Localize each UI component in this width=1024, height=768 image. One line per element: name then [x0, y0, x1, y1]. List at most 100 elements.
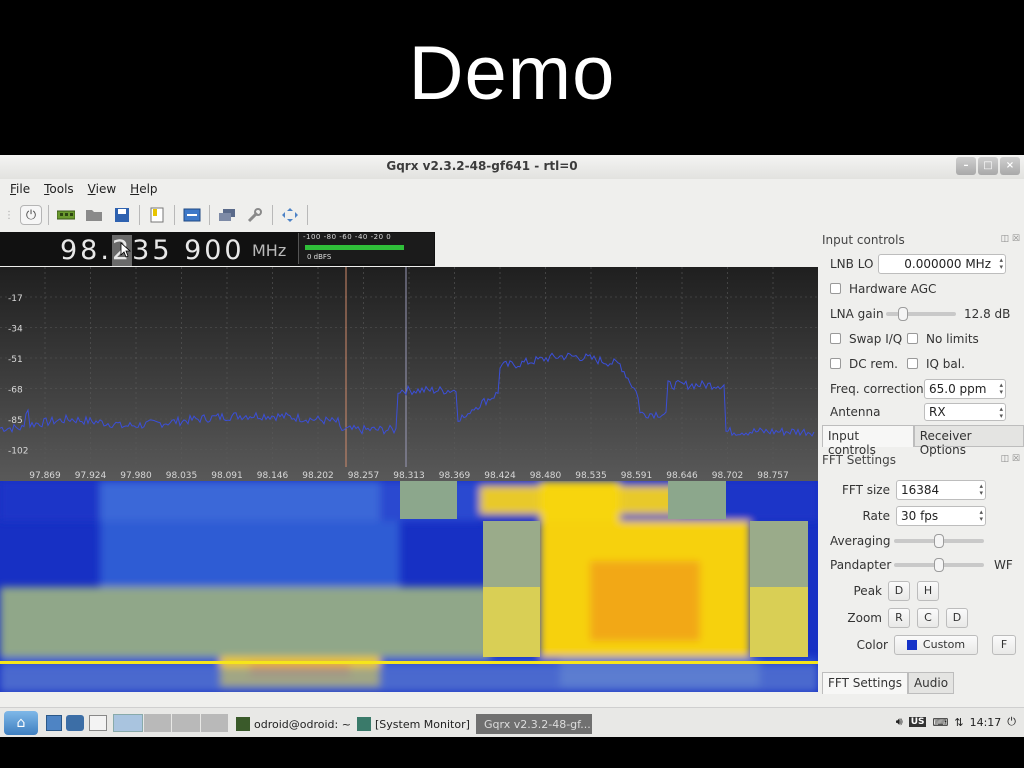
dc-rem-checkbox[interactable] [830, 358, 841, 369]
meter-scale: -100 -80 -60 -40 -20 0 [303, 233, 392, 241]
peak-hold-button[interactable]: H [917, 580, 939, 601]
fft-size-select[interactable]: 16384 ▴ ▾ [896, 480, 986, 500]
freq-correction-input[interactable]: 65.0 ppm ▴ ▾ [924, 378, 1006, 399]
power-icon[interactable]: ⏻ [20, 205, 42, 225]
tab-receiver-options[interactable]: Receiver Options [913, 425, 1024, 457]
y-tick-label: -102 [8, 447, 28, 457]
clock: 14:17 [969, 715, 1002, 729]
side-panel: Input controls ◫ ☒ LNB LO 0.000000 MHz ▴ ▾ … [822, 233, 1024, 694]
toolbar-grip: ⋮ [4, 209, 14, 221]
bookmark-icon[interactable] [146, 205, 168, 225]
y-tick-label: -17 [8, 294, 23, 304]
lnb-lo-label: LNB LO [830, 256, 874, 271]
fft-plot[interactable]: -17 -34 -51 -68 -85 -102 97.869 97.924 97.980 98.… [0, 267, 818, 481]
y-tick-label: -85 [8, 416, 23, 426]
tab-audio[interactable]: Audio [907, 672, 955, 694]
task-system-monitor[interactable]: [System Monitor] [357, 714, 470, 734]
slide-title: Demo [408, 31, 616, 116]
close-button[interactable]: × [1000, 157, 1020, 175]
x-tick-label: 98.035 [166, 471, 198, 481]
minimize-button[interactable]: – [956, 157, 976, 175]
wf-label: WF [994, 558, 1013, 572]
x-tick-label: 97.924 [75, 471, 107, 481]
network-icon[interactable] [216, 205, 238, 225]
hardware-icon[interactable] [55, 205, 77, 225]
maximize-button[interactable]: □ [978, 157, 998, 175]
fft-size-label: FFT size [841, 483, 890, 497]
lnb-lo-input[interactable]: 0.000000 MHz ▴ ▾ [878, 253, 1006, 274]
window-title: Gqrx v2.3.2-48-gf641 - rtl=0 [386, 159, 578, 173]
pandapter-wf-slider[interactable] [894, 558, 984, 572]
x-tick-label: 98.202 [302, 471, 334, 481]
menu-tools[interactable]: Tools [44, 182, 74, 196]
lna-gain-slider[interactable] [886, 306, 956, 321]
no-limits-checkbox[interactable] [907, 333, 918, 344]
iq-bal-label: IQ bal. [926, 356, 965, 371]
hardware-agc-label: Hardware AGC [849, 281, 937, 296]
start-menu-icon[interactable]: ⌂ [4, 711, 38, 735]
fft-settings-header: FFT Settings ◫ ☒ [822, 453, 1020, 467]
zoom-demod-button[interactable]: D [946, 607, 968, 628]
file-manager-icon[interactable] [46, 715, 62, 731]
averaging-slider[interactable] [894, 534, 984, 548]
antenna-label: Antenna [830, 405, 881, 419]
tools-icon[interactable] [244, 205, 266, 225]
zoom-center-button[interactable]: C [917, 607, 939, 628]
peak-detect-button[interactable]: D [888, 580, 910, 601]
antenna-select[interactable]: RX ▴ ▾ [924, 403, 1006, 421]
color-label: Color [856, 637, 888, 652]
frequency-value[interactable]: 98.235 900 [60, 235, 245, 266]
dock-float-close-icon: ◫ ☒ [1000, 234, 1020, 244]
input-controls-header: Input controls ◫ ☒ [822, 233, 1020, 247]
tab-input-controls[interactable]: Input controls [822, 425, 914, 457]
no-limits-label: No limits [926, 331, 979, 346]
fullscreen-icon[interactable] [279, 205, 301, 225]
y-tick-label: -34 [8, 325, 23, 335]
meter-level-bar [305, 245, 404, 250]
x-tick-label: 98.424 [484, 471, 516, 481]
freq-correction-label: Freq. correction [830, 381, 924, 396]
menu-help[interactable]: Help [130, 182, 157, 196]
save-icon[interactable] [111, 205, 133, 225]
keyboard-icon[interactable]: ⌨ [932, 716, 948, 729]
lna-gain-value: 12.8 dB [964, 306, 1011, 321]
zoom-reset-button[interactable]: R [888, 607, 910, 628]
x-tick-label: 97.869 [29, 471, 61, 481]
network-icon[interactable]: ⇅ [954, 716, 963, 729]
menu-view[interactable]: View [88, 182, 116, 196]
task-gqrx[interactable]: Gqrx v2.3.2-48-gf... [476, 714, 592, 734]
keyboard-layout[interactable]: US [908, 717, 927, 727]
iq-bal-checkbox[interactable] [907, 358, 918, 369]
window-titlebar[interactable]: Gqrx v2.3.2-48-gf641 - rtl=0 – □ × [0, 155, 1024, 179]
x-tick-label: 98.702 [712, 471, 744, 481]
color-swatch-icon [906, 639, 917, 650]
open-icon[interactable] [83, 205, 105, 225]
task-terminal[interactable]: odroid@odroid: ~ [236, 714, 351, 734]
x-tick-label: 98.591 [621, 471, 653, 481]
tab-fft-settings[interactable]: FFT Settings [822, 672, 908, 694]
x-tick-label: 98.091 [211, 471, 243, 481]
waterfall-display[interactable] [0, 481, 818, 692]
volume-icon[interactable]: 🔊︎ [896, 715, 903, 729]
browser-icon[interactable] [66, 715, 84, 731]
window-icon[interactable] [89, 715, 107, 731]
rate-select[interactable]: 30 fps ▴ ▾ [896, 506, 986, 526]
fill-button[interactable]: F [992, 634, 1016, 655]
color-picker-button[interactable]: Custom [894, 634, 978, 655]
hardware-agc-checkbox[interactable] [830, 283, 841, 294]
menu-file[interactable]: File [10, 182, 30, 196]
swap-iq-checkbox[interactable] [830, 333, 841, 344]
y-tick-label: -51 [8, 355, 23, 365]
display-icon[interactable] [181, 205, 203, 225]
averaging-label: Averaging [830, 534, 891, 548]
x-tick-label: 98.146 [257, 471, 289, 481]
signal-meter: -100 -80 -60 -40 -20 0 0 dBFS [298, 233, 434, 264]
toolbar: ⋮ ⏻ [0, 201, 820, 229]
x-tick-label: 98.369 [439, 471, 471, 481]
workspace-switcher[interactable] [113, 714, 228, 732]
power-off-icon[interactable]: ⏻ [1007, 715, 1016, 729]
pandapter-label: Pandapter [830, 558, 892, 572]
x-tick-label: 98.480 [530, 471, 562, 481]
frequency-display[interactable]: 98.235 900 MHz -100 -80 -60 -40 -20 0 0 … [0, 232, 435, 266]
peak-label: Peak [853, 583, 883, 598]
